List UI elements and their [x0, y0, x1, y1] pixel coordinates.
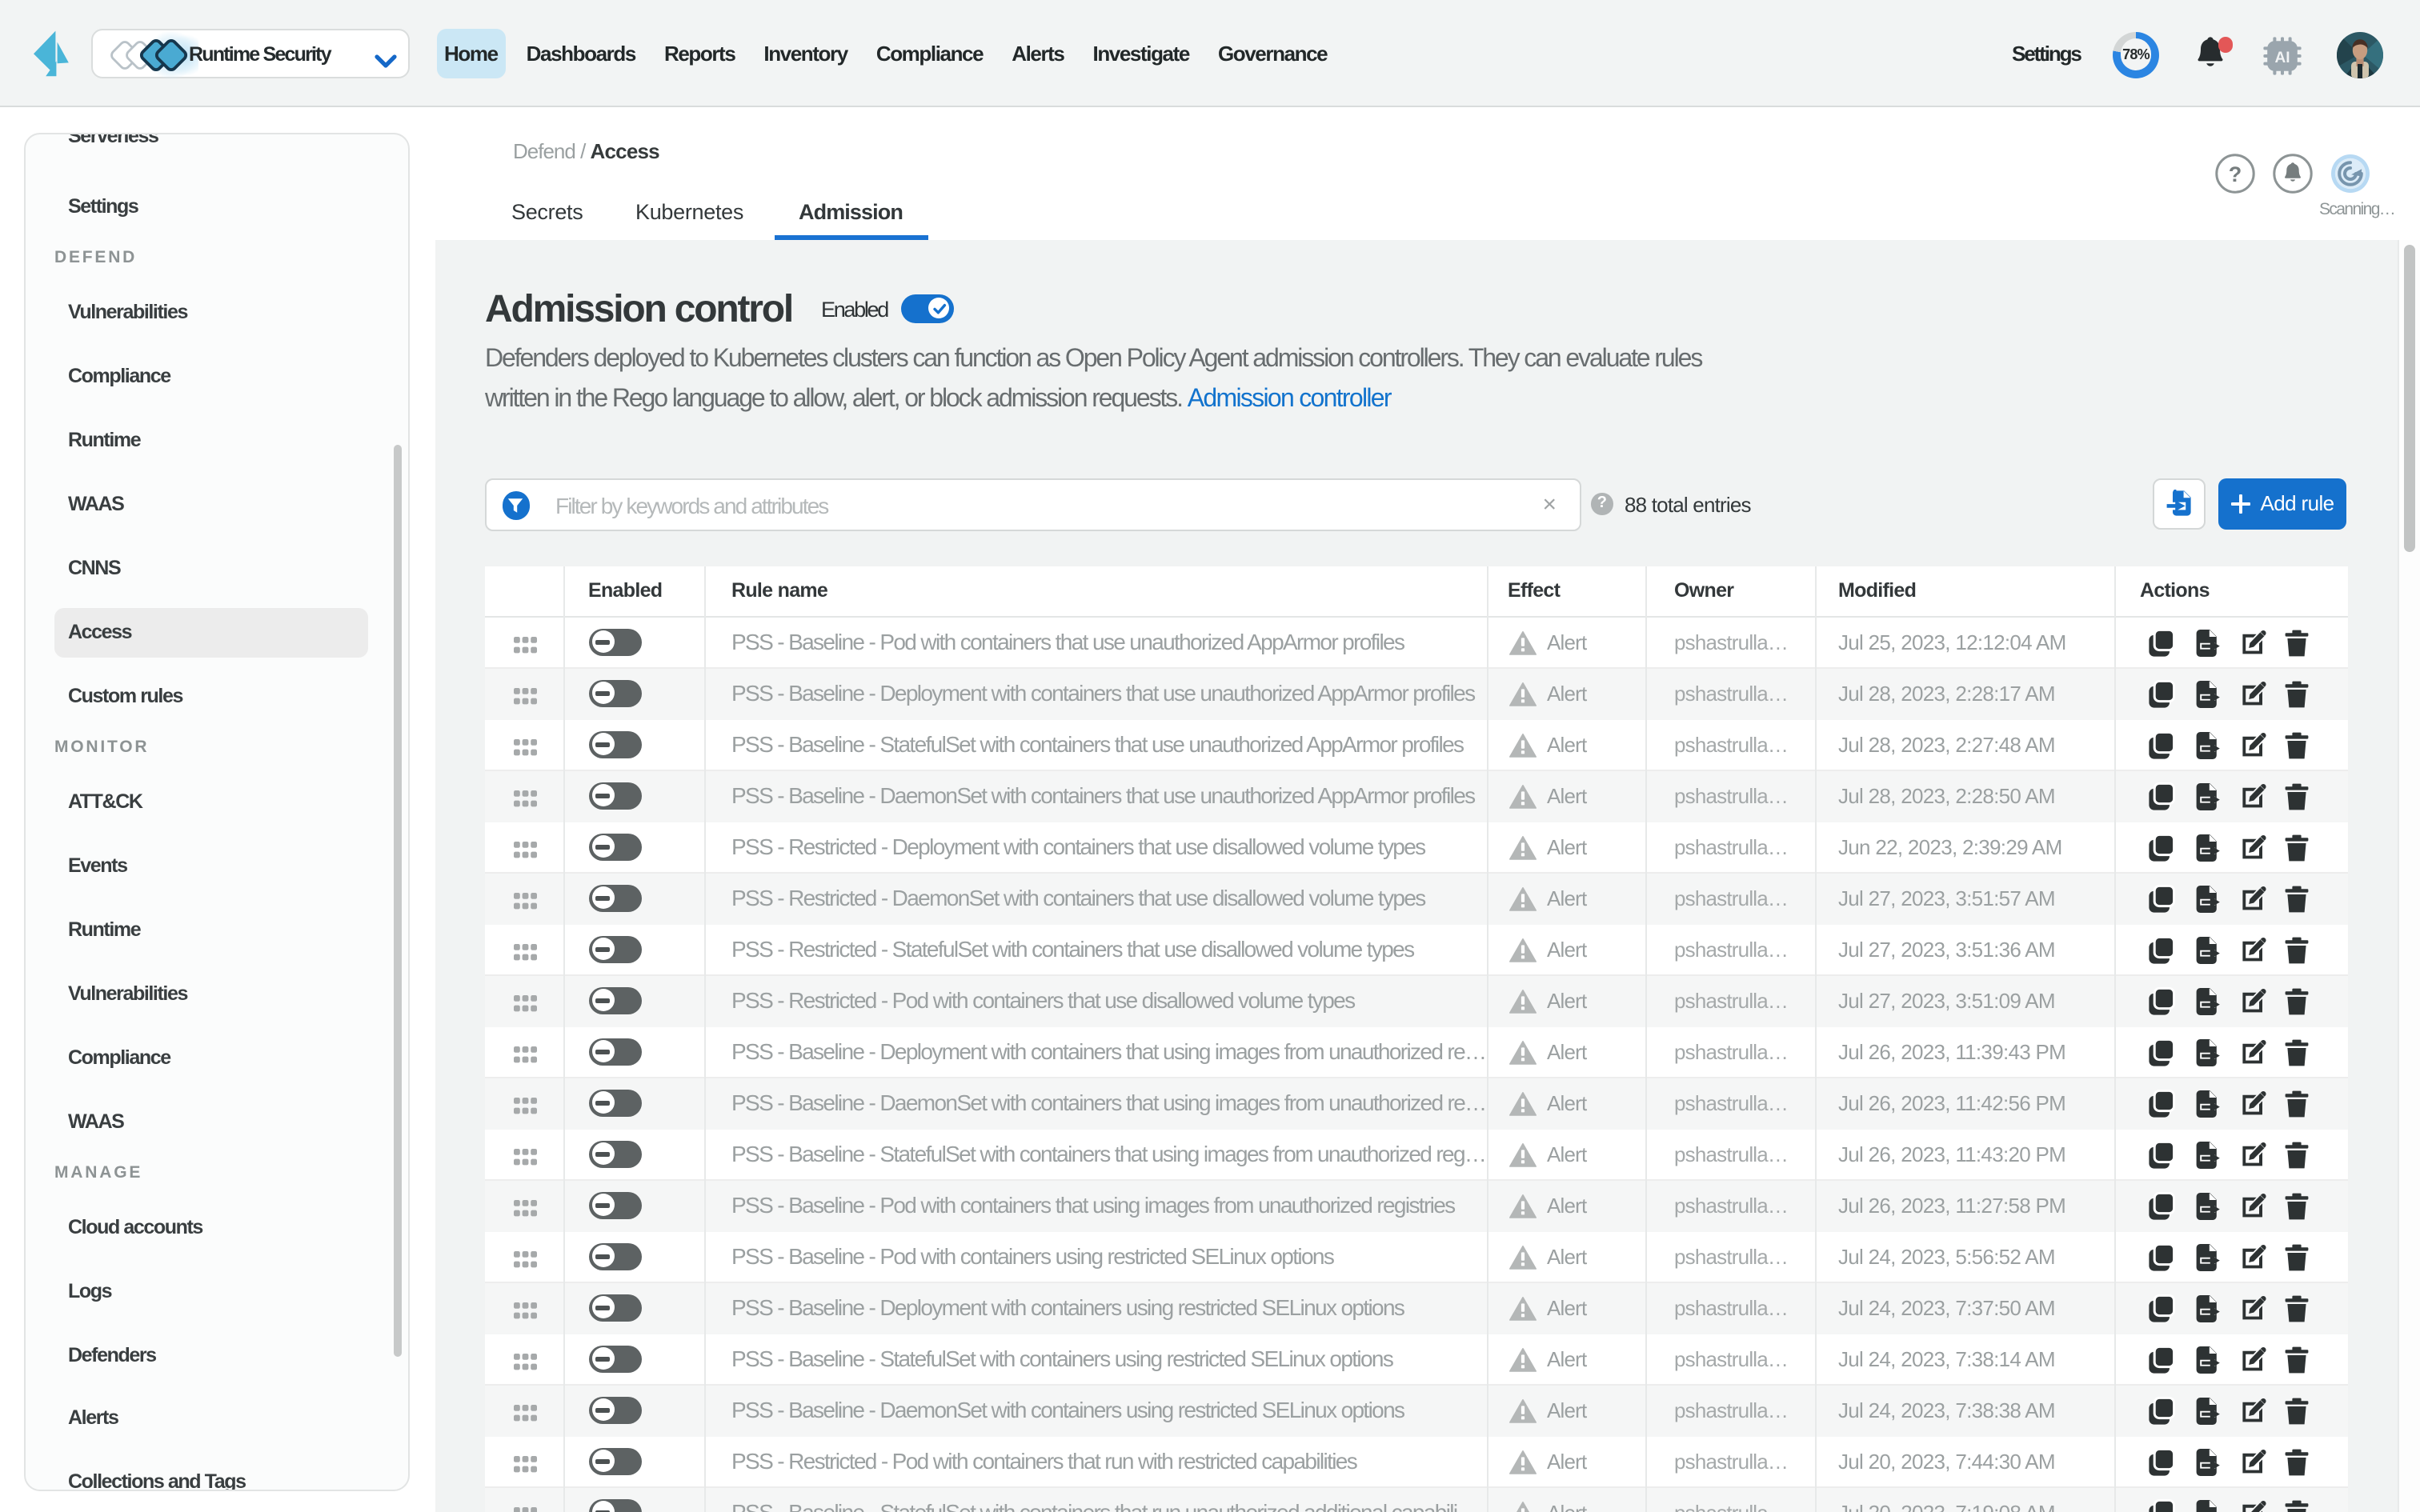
svg-text:?: ? [2229, 162, 2242, 186]
svg-text:AI: AI [2275, 49, 2290, 66]
